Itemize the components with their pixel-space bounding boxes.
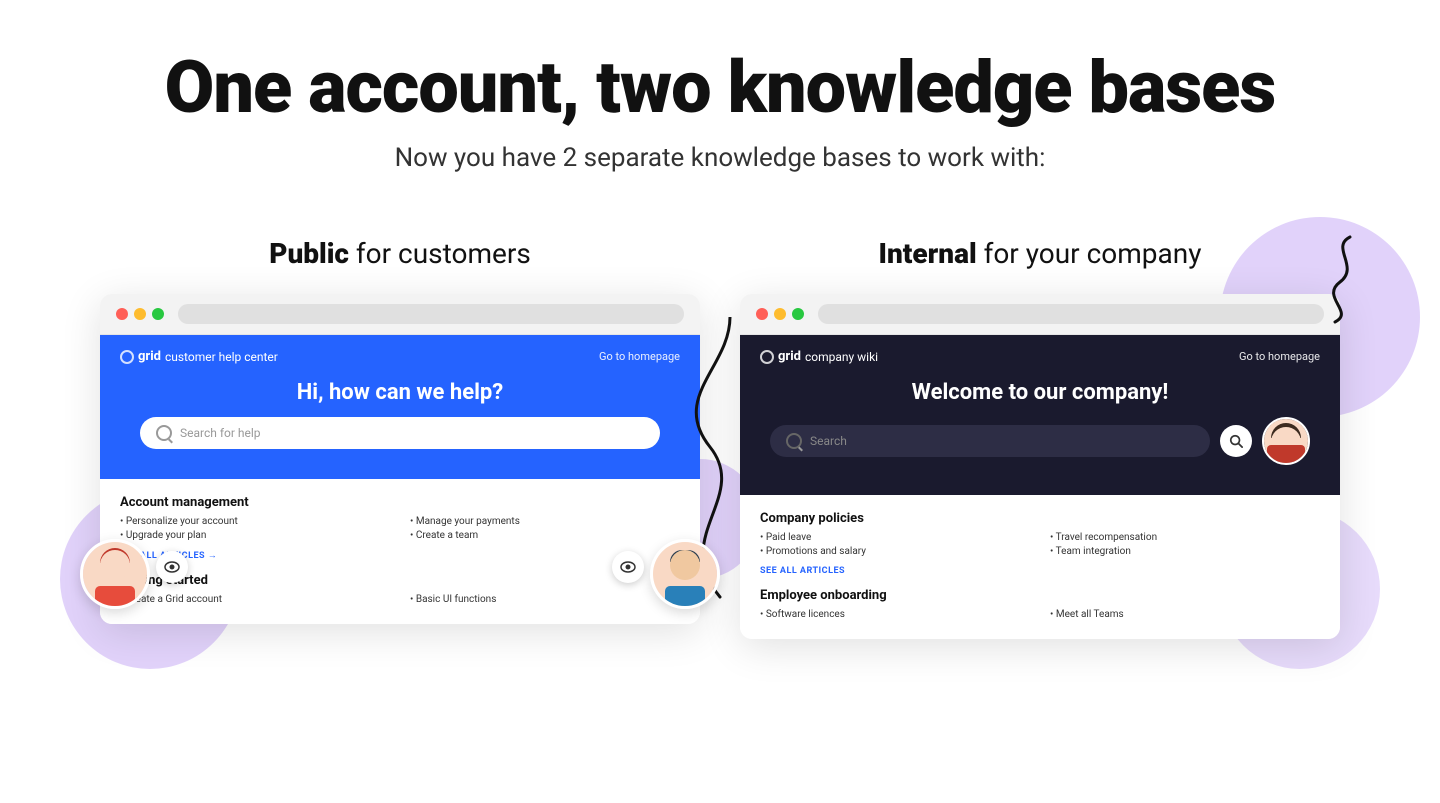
kb-section-1-items-public: • Personalize your account • Upgrade you… [120,516,680,544]
public-title-bold: Public [269,237,349,270]
kb-item: • Promotions and salary [760,546,1030,557]
brand-desc-internal: company wiki [805,350,878,364]
kb-section-1-items-internal: • Paid leave • Promotions and salary • T… [760,532,1320,560]
dot-red-internal [756,308,768,320]
kb-item: • Create a Grid account [120,594,390,605]
floating-avatar-1 [80,539,150,609]
kb-brand-internal: grid company wiki [760,349,878,364]
kb-nav-link-internal[interactable]: Go to homepage [1239,350,1320,363]
kb-item: • Team integration [1050,546,1320,557]
columns-container: Public for customers grid cust [0,197,1440,639]
kb-see-all-1-public[interactable]: SEE ALL ARTICLES → [120,550,680,561]
kb-body-public: Account management • Personalize your ac… [100,479,700,624]
main-title: One account, two knowledge bases [40,48,1400,127]
kb-item: • Basic UI functions [410,594,680,605]
internal-column-wrapper: Internal for your company grid [740,237,1340,639]
kb-search-box-public[interactable]: Search for help [140,417,660,449]
kb-search-placeholder-public: Search for help [180,426,261,440]
kb-item: • Upgrade your plan [120,530,390,541]
kb-hero-title-public: Hi, how can we help? [120,380,680,405]
page-wrapper: One account, two knowledge bases Now you… [0,0,1440,803]
kb-col-2-sec2-public: • Basic UI functions [410,594,680,608]
kb-section-title-2-public: Getting started [120,573,680,588]
eye-icon-1 [156,551,188,583]
kb-nav-internal: grid company wiki Go to homepage [760,349,1320,364]
kb-item: • Software licences [760,609,1030,620]
internal-column-title: Internal for your company [879,237,1202,270]
kb-blue-header: grid customer help center Go to homepage… [100,335,700,479]
search-icon-public [156,425,172,441]
search-icon-internal [786,433,802,449]
internal-title-bold: Internal [879,237,977,270]
dot-red-public [116,308,128,320]
brand-name-internal: grid [778,349,801,364]
kb-hero-title-internal: Welcome to our company! [760,380,1320,405]
kb-item: • Personalize your account [120,516,390,527]
floating-avatar-2 [650,539,720,609]
public-browser-mockup: grid customer help center Go to homepage… [100,294,700,624]
browser-bar-public [100,294,700,335]
dot-yellow-public [134,308,146,320]
browser-bar-internal [740,294,1340,335]
header: One account, two knowledge bases Now you… [0,0,1440,197]
brand-dot-public [120,350,134,364]
brand-dot-internal [760,350,774,364]
dot-yellow-internal [774,308,786,320]
kb-dark-search-box[interactable]: Search [770,425,1210,457]
kb-col-1-sec2-public: • Create a Grid account [120,594,390,608]
avatar-face-2 [670,550,700,580]
kb-item: • Meet all Teams [1050,609,1320,620]
kb-col-2-sec2-internal: • Meet all Teams [1050,609,1320,623]
avatar-person-2 [653,542,717,606]
kb-section-2-items-public: • Create a Grid account • Basic UI funct… [120,594,680,608]
brand-desc-public: customer help center [165,350,278,364]
kb-dark-search-row: Search [770,417,1310,465]
squiggle-decoration-2 [1290,227,1370,327]
kb-avatar-internal [1262,417,1310,465]
kb-section-title-2-internal: Employee onboarding [760,588,1320,603]
kb-item: • Create a team [410,530,680,541]
kb-col-2-sec1-internal: • Travel recompensation • Team integrati… [1050,532,1320,560]
url-bar-public [178,304,684,324]
public-column-wrapper: Public for customers grid cust [100,237,700,639]
subtitle: Now you have 2 separate knowledge bases … [40,143,1400,173]
eye-icon-2 [612,551,644,583]
avatar-body-1 [95,586,135,606]
avatar-person-1 [83,542,147,606]
brand-name-public: grid [138,349,161,364]
avatar-face-1 [100,550,130,580]
dot-green-internal [792,308,804,320]
kb-dark-header: grid company wiki Go to homepage Welcome… [740,335,1340,495]
public-title-rest: for customers [349,237,531,270]
search-icon-btn [1229,434,1243,448]
kb-brand-public: grid customer help center [120,349,278,364]
url-bar-internal [818,304,1324,324]
dot-green-public [152,308,164,320]
kb-search-button-internal[interactable] [1220,425,1252,457]
public-column-title: Public for customers [269,237,531,270]
kb-section-title-1-public: Account management [120,495,680,510]
kb-item: • Travel recompensation [1050,532,1320,543]
kb-nav-public: grid customer help center Go to homepage [120,349,680,364]
internal-title-rest: for your company [977,237,1202,270]
kb-col-1-sec1-internal: • Paid leave • Promotions and salary [760,532,1030,560]
kb-col-2-sec1-public: • Manage your payments • Create a team [410,516,680,544]
kb-col-1-sec1-public: • Personalize your account • Upgrade you… [120,516,390,544]
kb-section-title-1-internal: Company policies [760,511,1320,526]
kb-see-all-1-internal[interactable]: SEE ALL ARTICLES [760,566,1320,576]
kb-item: • Paid leave [760,532,1030,543]
kb-section-2-items-internal: • Software licences • Meet all Teams [760,609,1320,623]
kb-search-placeholder-internal: Search [810,434,847,448]
kb-col-1-sec2-internal: • Software licences [760,609,1030,623]
internal-browser-mockup: grid company wiki Go to homepage Welcome… [740,294,1340,639]
kb-item: • Manage your payments [410,516,680,527]
kb-body-internal: Company policies • Paid leave • Promotio… [740,495,1340,639]
avatar-body-2 [665,586,705,606]
